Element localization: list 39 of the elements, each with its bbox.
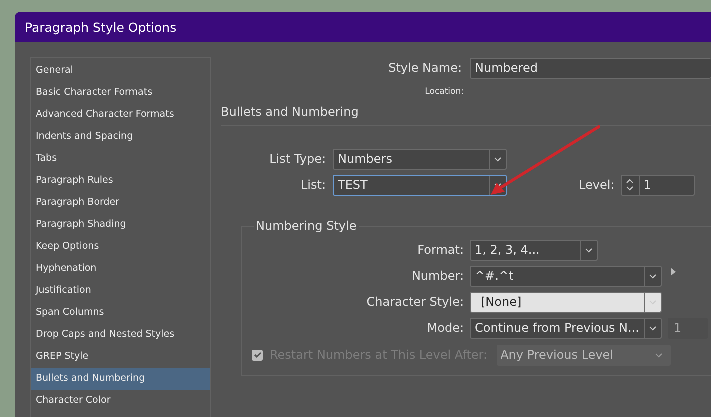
level-spinner[interactable]: 1 <box>620 174 695 196</box>
style-name-field[interactable]: Numbered <box>470 58 711 78</box>
location-label: Location: <box>424 87 464 97</box>
field-label: List Type: <box>268 152 326 166</box>
category-item[interactable]: Indents and Spacing <box>31 126 210 148</box>
field-label: Number: <box>410 269 464 283</box>
category-item[interactable]: Span Columns <box>31 302 210 324</box>
group-title: Numbering Style <box>254 219 359 233</box>
list-dropdown[interactable]: TEST <box>333 174 507 196</box>
list-type-dropdown[interactable]: Numbers <box>333 148 507 170</box>
field-label: Style Name: <box>388 61 462 75</box>
dropdown[interactable]: Continue from Previous N... <box>470 318 662 338</box>
field-label: Character Style: <box>366 295 464 309</box>
dropdown[interactable]: ^#.^t <box>470 266 662 286</box>
flyout-arrow-icon[interactable] <box>671 268 676 276</box>
category-item[interactable]: Drop Caps and Nested Styles <box>31 324 210 346</box>
number-field[interactable]: 1 <box>668 318 708 338</box>
category-item[interactable]: Paragraph Shading <box>31 214 210 236</box>
window-title: Paragraph Style Options <box>25 20 177 34</box>
category-item[interactable]: Justification <box>31 280 210 302</box>
category-item[interactable]: Paragraph Rules <box>31 170 210 192</box>
category-item[interactable]: Hyphenation <box>31 258 210 280</box>
field-label: Format: <box>416 243 464 257</box>
field-label: Mode: <box>426 321 464 335</box>
dropdown[interactable]: [None] <box>470 292 662 312</box>
category-item[interactable]: Advanced Character Formats <box>31 104 210 126</box>
category-item[interactable]: Bullets and Numbering <box>31 368 210 390</box>
section-title: Bullets and Numbering <box>221 105 360 121</box>
category-item[interactable]: GREP Style <box>31 346 210 368</box>
category-item[interactable]: Tabs <box>31 148 210 170</box>
category-item[interactable]: Basic Character Formats <box>31 82 210 104</box>
category-item[interactable]: General <box>31 60 210 82</box>
category-item[interactable]: Character Color <box>31 390 210 412</box>
field-label: Level: <box>579 178 615 192</box>
dropdown[interactable]: 1, 2, 3, 4... <box>470 240 598 260</box>
category-item[interactable]: Paragraph Border <box>31 192 210 214</box>
chevron-icon <box>654 352 663 358</box>
field-label: List: <box>300 178 326 192</box>
category-item[interactable]: Keep Options <box>31 236 210 258</box>
